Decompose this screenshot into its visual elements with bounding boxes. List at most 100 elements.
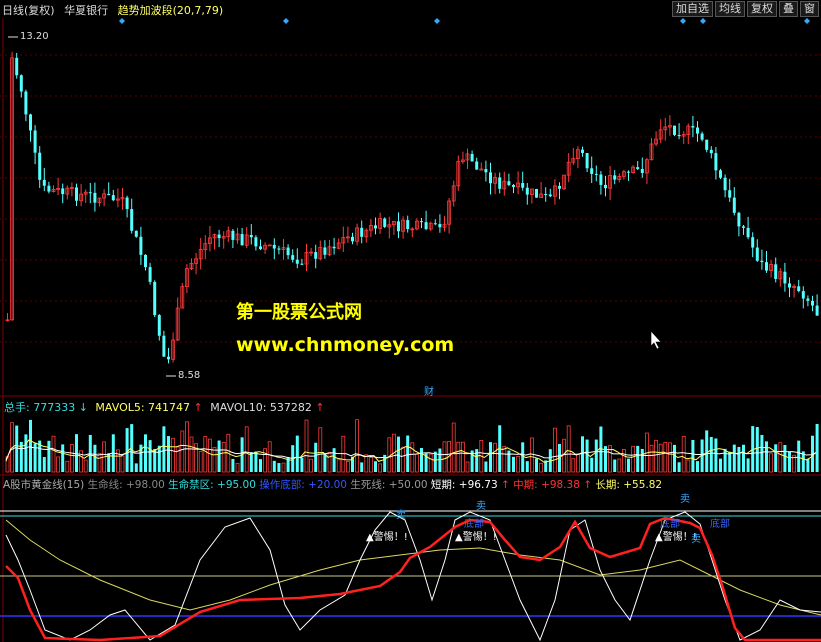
volume-bar: [144, 434, 147, 472]
volume-bar: [581, 436, 584, 472]
volume-bar: [231, 458, 235, 472]
volume-bar: [460, 441, 465, 473]
volume-bar: [585, 439, 589, 472]
volume-bar: [360, 462, 364, 472]
diamond-marker-icon[interactable]: [700, 18, 706, 24]
candle: [765, 250, 768, 273]
volume-bar: [746, 458, 750, 472]
candle: [125, 195, 129, 218]
candle: [470, 150, 474, 162]
candle: [553, 179, 557, 205]
candle: [428, 221, 433, 231]
arrow-up-icon: ↑: [583, 479, 593, 491]
long-value: 长期: +55.82: [595, 479, 663, 491]
candle: [530, 188, 534, 204]
candle: [75, 183, 78, 207]
candle: [207, 225, 212, 252]
candle: [451, 180, 456, 207]
candle: [345, 226, 350, 243]
volume-bar: [157, 445, 161, 472]
candle: [438, 214, 442, 233]
candle: [323, 240, 327, 259]
candle: [107, 182, 111, 196]
candle: [65, 185, 70, 200]
volume-bar: [410, 442, 415, 473]
candle: [171, 332, 176, 363]
candle: [613, 170, 617, 185]
candle: [235, 227, 240, 244]
volume-bar: [709, 436, 713, 472]
volume-bar: [525, 461, 529, 472]
candle: [681, 131, 686, 145]
candle: [447, 197, 452, 234]
bottom-tag: 底部: [464, 519, 484, 530]
event-markers[interactable]: [119, 18, 810, 24]
volume-bar: [162, 426, 166, 472]
candle: [231, 228, 235, 249]
volume-bar: [267, 441, 272, 473]
volume-bar: [414, 453, 419, 473]
volume-bar: [314, 442, 318, 472]
volume-bar: [272, 460, 276, 472]
volume-bar: [83, 459, 88, 473]
volume-bar: [221, 441, 226, 473]
candle: [38, 146, 42, 188]
candle: [535, 188, 538, 198]
finance-marker[interactable]: 财: [424, 383, 434, 398]
candle: [212, 233, 217, 250]
diamond-marker-icon[interactable]: [680, 18, 686, 24]
volume-bar: [732, 444, 736, 472]
volume-bar: [636, 445, 640, 472]
candle: [259, 239, 262, 251]
watermark-url: www.chnmoney.com: [236, 334, 455, 356]
volume-bar: [686, 459, 691, 473]
volume-bar: [737, 446, 741, 472]
diamond-marker-icon[interactable]: [283, 18, 289, 24]
candle: [10, 51, 15, 321]
volume-bar: [406, 435, 410, 472]
candle: [516, 171, 520, 195]
volume-bar: [263, 448, 268, 473]
volume-bar: [566, 425, 571, 473]
volume-bar: [654, 439, 658, 473]
diamond-marker-icon[interactable]: [119, 18, 125, 24]
gold-indicator-name[interactable]: A股市黄金线(15): [3, 479, 84, 491]
stock-chart[interactable]: [0, 0, 821, 642]
candle: [788, 277, 791, 298]
candle: [42, 168, 46, 192]
volume-bar: [723, 448, 727, 472]
volume-bar: [516, 456, 520, 473]
candle: [493, 172, 498, 195]
volume-header: 总手: 777333 ↓ MAVOL5: 741747 ↑ MAVOL10: 5…: [4, 399, 325, 415]
volume-bar: [631, 445, 635, 473]
candle: [636, 161, 640, 170]
short-value: 短期: +96.73: [430, 479, 498, 491]
volume-bar: [788, 451, 791, 472]
candle: [424, 210, 428, 231]
candle: [83, 189, 88, 204]
candle: [286, 244, 290, 260]
volume-bar: [617, 458, 622, 473]
candle: [719, 168, 722, 180]
volume-bar: [180, 430, 185, 473]
volume-bar: [783, 444, 787, 472]
volume-bar: [442, 441, 447, 473]
candle: [507, 173, 511, 187]
candle: [566, 153, 571, 183]
diamond-marker-icon[interactable]: [434, 18, 440, 24]
candle: [746, 216, 750, 240]
volume-bar: [663, 441, 668, 473]
candle: [778, 268, 783, 287]
volume-bar: [451, 422, 456, 473]
volume-bar: [42, 457, 46, 472]
volume-bar: [189, 436, 194, 473]
candle: [801, 286, 805, 309]
candle: [19, 74, 23, 98]
diamond-marker-icon[interactable]: [804, 18, 810, 24]
volume-bar: [428, 453, 433, 473]
candle: [387, 216, 392, 239]
volume-bar: [728, 451, 732, 472]
volume-bar: [15, 425, 19, 472]
candle: [414, 218, 419, 231]
candle: [341, 226, 346, 252]
